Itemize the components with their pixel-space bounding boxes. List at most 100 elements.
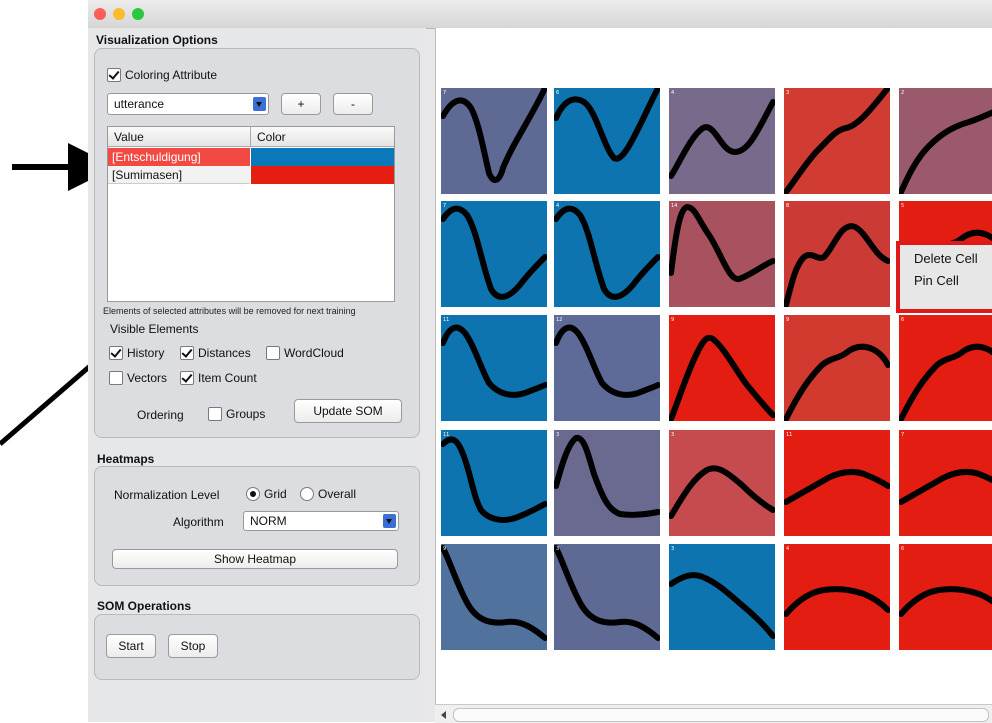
cell-curve: [899, 586, 992, 617]
pin-cell-menu-item[interactable]: Pin Cell: [914, 273, 959, 288]
cell-curve: [899, 468, 992, 505]
som-cell[interactable]: 7: [899, 430, 992, 536]
history-check[interactable]: [109, 345, 123, 360]
som-cell[interactable]: 3: [554, 430, 660, 536]
vectors-checkbox[interactable]: Vectors: [109, 370, 167, 385]
color-swatch-blue[interactable]: [251, 148, 394, 166]
som-cell[interactable]: 9: [441, 544, 547, 650]
som-cell[interactable]: 6: [899, 544, 992, 650]
cell-item-count: 11: [786, 432, 793, 438]
som-cell[interactable]: 9: [669, 315, 775, 421]
cell-curve-line: [899, 343, 992, 421]
som-cell[interactable]: 7: [441, 201, 547, 307]
minimize-window-button[interactable]: [113, 8, 125, 20]
delete-cell-menu-item[interactable]: Delete Cell: [914, 251, 978, 266]
ordering-label: Ordering: [137, 408, 184, 422]
cell-item-count: 8: [786, 203, 790, 209]
cell-curve-line: [784, 223, 890, 307]
item-count-label: Item Count: [198, 370, 257, 385]
cell-item-count: 6: [901, 317, 905, 323]
cell-curve-line: [899, 109, 992, 194]
som-cell[interactable]: 3: [554, 544, 660, 650]
som-cell[interactable]: 6: [554, 88, 660, 194]
color-column-header[interactable]: Color: [251, 127, 394, 147]
cell-curve: [441, 436, 547, 523]
table-row-sumimasen[interactable]: [Sumimasen]: [108, 166, 394, 184]
som-cell[interactable]: 7: [441, 88, 547, 194]
scrollbar-thumb[interactable]: [453, 708, 989, 722]
vectors-check[interactable]: [109, 370, 123, 385]
cell-curve: [899, 343, 992, 421]
som-cell[interactable]: 6: [899, 315, 992, 421]
som-cell[interactable]: 4: [784, 544, 890, 650]
groups-check[interactable]: [208, 406, 222, 421]
wordcloud-checkbox[interactable]: WordCloud: [266, 345, 344, 360]
cell-item-count: 3: [556, 546, 560, 552]
som-cell[interactable]: 8: [784, 201, 890, 307]
cell-item-count: 3: [671, 546, 675, 552]
scroll-left-arrow-icon[interactable]: [441, 711, 446, 719]
visualization-options-title: Visualization Options: [96, 33, 218, 47]
cell-curve: [784, 343, 890, 421]
cell-item-count: 5: [901, 203, 905, 209]
algorithm-select[interactable]: NORM: [243, 511, 399, 531]
coloring-attribute-checkbox[interactable]: Coloring Attribute: [107, 67, 217, 82]
horizontal-scrollbar[interactable]: [435, 704, 992, 723]
som-cell[interactable]: 11: [441, 430, 547, 536]
cell-curve: [669, 334, 775, 421]
vectors-label: Vectors: [127, 370, 168, 385]
cell-item-count: 11: [443, 432, 450, 438]
som-operations-title: SOM Operations: [97, 599, 192, 613]
wordcloud-check[interactable]: [266, 345, 280, 360]
value-column-header[interactable]: Value: [108, 127, 251, 147]
algorithm-label: Algorithm: [173, 515, 224, 529]
title-bar: [88, 0, 992, 29]
som-cell[interactable]: 2: [899, 88, 992, 194]
grid-radio-dot[interactable]: [246, 486, 260, 501]
groups-checkbox[interactable]: Groups: [208, 406, 265, 421]
add-value-button[interactable]: +: [281, 93, 321, 115]
cell-item-count: 9: [671, 317, 675, 323]
table-row-entschuldigung[interactable]: [Entschuldigung]: [108, 148, 394, 166]
distances-checkbox[interactable]: Distances: [180, 345, 251, 360]
cell-item-count: 4: [556, 203, 560, 209]
som-cell[interactable]: 4: [669, 88, 775, 194]
start-button[interactable]: Start: [106, 634, 156, 658]
som-cell[interactable]: 3: [669, 544, 775, 650]
som-cell[interactable]: 4: [554, 201, 660, 307]
cell-curve: [441, 324, 547, 398]
distances-check[interactable]: [180, 345, 194, 360]
overall-radio-dot[interactable]: [300, 486, 314, 501]
attribute-select[interactable]: utterance: [107, 93, 269, 115]
update-som-button[interactable]: Update SOM: [294, 399, 402, 423]
cell-context-menu: Delete Cell Pin Cell: [896, 241, 992, 313]
overall-radio[interactable]: Overall: [300, 486, 356, 501]
cell-curve: [554, 545, 660, 641]
grid-radio[interactable]: Grid: [246, 486, 287, 501]
som-cell[interactable]: 12: [554, 315, 660, 421]
show-heatmap-button[interactable]: Show Heatmap: [112, 549, 398, 569]
som-cell[interactable]: 3: [784, 88, 890, 194]
som-cell[interactable]: 9: [784, 315, 890, 421]
color-swatch-red[interactable]: [251, 166, 394, 184]
close-window-button[interactable]: [94, 8, 106, 20]
history-checkbox[interactable]: History: [109, 345, 164, 360]
coloring-attribute-check[interactable]: [107, 67, 121, 82]
item-count-checkbox[interactable]: Item Count: [180, 370, 257, 385]
value-color-table: Value Color [Entschuldigung] [Sumimasen]: [107, 126, 395, 302]
som-cell[interactable]: 3: [669, 430, 775, 536]
wordcloud-label: WordCloud: [284, 345, 344, 360]
som-cell[interactable]: 14: [669, 201, 775, 307]
stop-button[interactable]: Stop: [168, 634, 218, 658]
cell-curve-line: [441, 436, 547, 523]
item-count-check[interactable]: [180, 370, 194, 385]
maximize-window-button[interactable]: [132, 8, 144, 20]
som-cell[interactable]: 11: [441, 315, 547, 421]
chevron-down-icon: [253, 97, 266, 111]
algorithm-select-value: NORM: [250, 514, 287, 528]
remove-value-button[interactable]: -: [333, 93, 373, 115]
cell-item-count: 14: [671, 203, 678, 209]
cell-item-count: 6: [901, 546, 905, 552]
som-cell[interactable]: 11: [784, 430, 890, 536]
coloring-attribute-label: Coloring Attribute: [125, 67, 218, 82]
